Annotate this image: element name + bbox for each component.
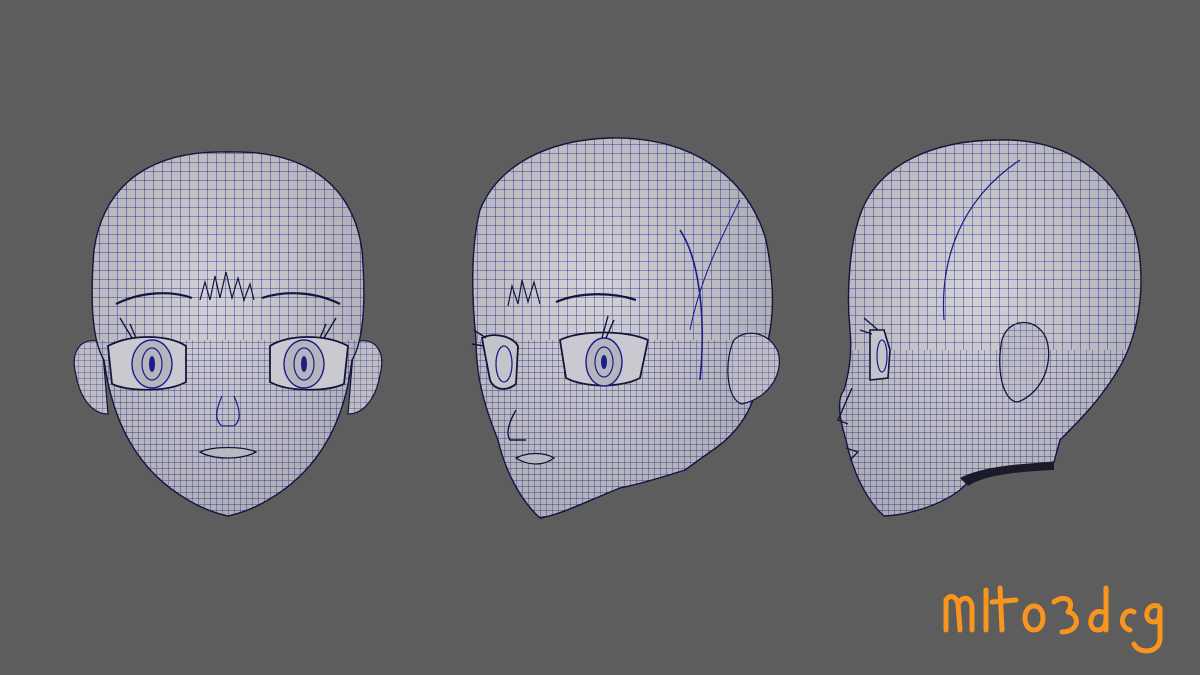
- head-side-view: [837, 139, 1142, 517]
- maya-viewport[interactable]: mito3dcg: [0, 0, 1200, 675]
- signature-watermark: mito3dcg: [943, 585, 1163, 654]
